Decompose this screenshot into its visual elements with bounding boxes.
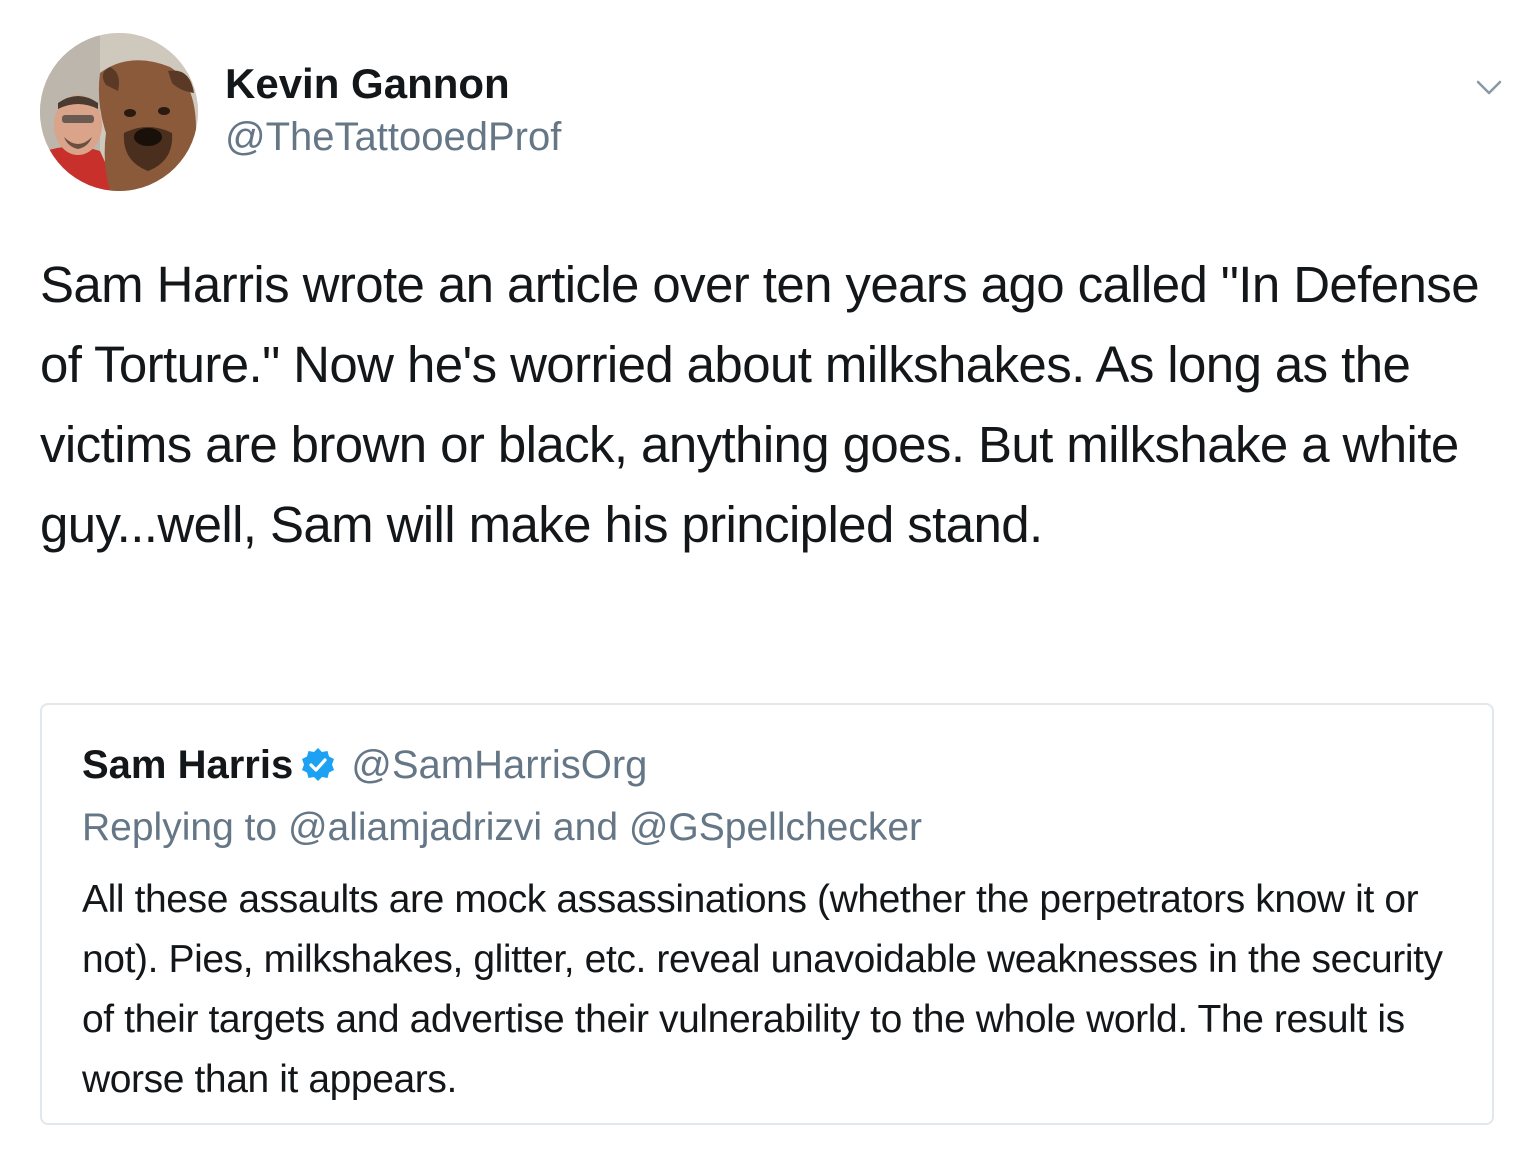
quoted-author-handle: @SamHarrisOrg <box>351 743 648 787</box>
quoted-author-display-name: Sam Harris <box>82 743 294 787</box>
quoted-tweet-card[interactable]: Sam Harris @SamHarrisOrg Replying to @al… <box>40 703 1494 1125</box>
author-avatar[interactable] <box>40 33 198 191</box>
quoted-tweet-text: All these assaults are mock assassinatio… <box>82 878 1443 1101</box>
tweet-text: Sam Harris wrote an article over ten yea… <box>40 256 1480 553</box>
author-handle[interactable]: @TheTattooedProf <box>225 112 561 162</box>
quoted-replying-to: Replying to @aliamjadrizvi and @GSpellch… <box>82 806 923 849</box>
verified-badge-icon <box>299 746 337 784</box>
quoted-tweet-header: Sam Harris @SamHarrisOrg <box>82 740 647 790</box>
author-display-name[interactable]: Kevin Gannon <box>225 58 510 110</box>
tweet: Kevin Gannon @TheTattooedProf Sam Harris… <box>0 0 1536 1152</box>
chevron-down-icon[interactable] <box>1472 72 1506 102</box>
